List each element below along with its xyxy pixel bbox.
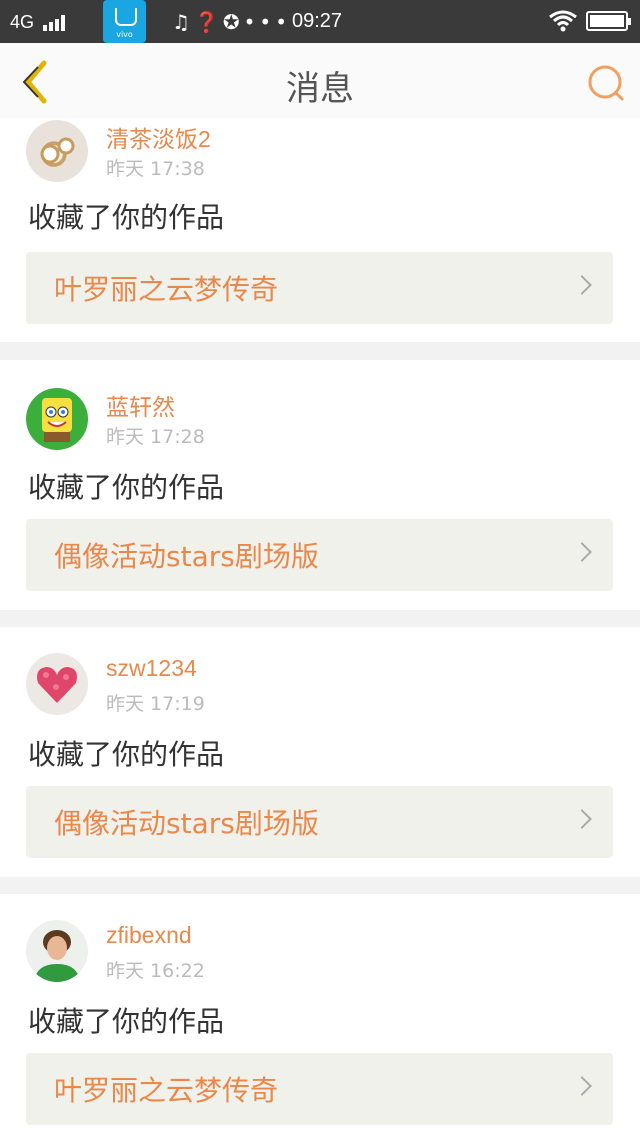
avatar[interactable] xyxy=(26,920,88,982)
timestamp: 昨天 17:38 xyxy=(106,158,205,180)
avatar[interactable] xyxy=(26,388,88,450)
work-link[interactable]: 偶像活动stars剧场版 xyxy=(26,519,613,591)
work-title: 叶罗丽之云梦传奇 xyxy=(54,1074,279,1107)
help-icon: ❓ xyxy=(193,10,223,34)
avatar[interactable] xyxy=(26,653,88,715)
chevron-right-icon xyxy=(572,809,592,829)
search-icon[interactable] xyxy=(584,61,628,105)
message-card: zfibexnd 昨天 16:22 收藏了你的作品 叶罗丽之云梦传奇 xyxy=(0,894,640,1144)
clock: 09:27 xyxy=(292,10,343,32)
message-card: szw1234 昨天 17:19 收藏了你的作品 偶像活动stars剧场版 xyxy=(0,627,640,877)
username[interactable]: zfibexnd xyxy=(106,922,192,949)
app-label: vivo xyxy=(116,30,133,39)
chevron-right-icon xyxy=(572,542,592,562)
network-type: 4G xyxy=(10,12,35,32)
action-text: 收藏了你的作品 xyxy=(28,471,225,504)
work-title: 偶像活动stars剧场版 xyxy=(54,540,319,573)
username[interactable]: 清茶淡饭2 xyxy=(106,120,211,154)
vivo-store-icon: vivo xyxy=(103,0,146,43)
work-title: 叶罗丽之云梦传奇 xyxy=(54,273,279,306)
status-bar: 4G vivo ♫❓✪••• 09:27 xyxy=(0,0,640,43)
username[interactable]: 蓝轩然 xyxy=(106,388,175,422)
music-icon: ♫ xyxy=(172,10,194,34)
work-link[interactable]: 叶罗丽之云梦传奇 xyxy=(26,1053,613,1125)
message-card: 蓝轩然 昨天 17:28 收藏了你的作品 偶像活动stars剧场版 xyxy=(0,360,640,610)
work-link[interactable]: 偶像活动stars剧场版 xyxy=(26,786,613,858)
more-icon: ••• xyxy=(243,10,291,34)
notification-icons: ♫❓✪••• xyxy=(172,10,291,34)
chevron-right-icon xyxy=(572,275,592,295)
action-text: 收藏了你的作品 xyxy=(28,1005,225,1038)
chevron-right-icon xyxy=(572,1076,592,1096)
work-title: 偶像活动stars剧场版 xyxy=(54,807,319,840)
app-header: 消息 xyxy=(0,43,640,122)
action-text: 收藏了你的作品 xyxy=(28,738,225,771)
timestamp: 昨天 17:28 xyxy=(106,426,205,448)
palette-icon: ✪ xyxy=(222,10,244,34)
battery-icon xyxy=(586,11,631,31)
wifi-icon xyxy=(549,10,577,32)
page-title: 消息 xyxy=(286,69,354,109)
username[interactable]: szw1234 xyxy=(106,655,197,682)
timestamp: 昨天 16:22 xyxy=(106,960,205,982)
work-link[interactable]: 叶罗丽之云梦传奇 xyxy=(26,252,613,324)
timestamp: 昨天 17:19 xyxy=(106,693,205,715)
action-text: 收藏了你的作品 xyxy=(28,201,225,234)
signal-icon xyxy=(43,15,67,31)
message-card: 清茶淡饭2 昨天 17:38 收藏了你的作品 叶罗丽之云梦传奇 xyxy=(0,118,640,342)
avatar[interactable] xyxy=(26,120,88,182)
